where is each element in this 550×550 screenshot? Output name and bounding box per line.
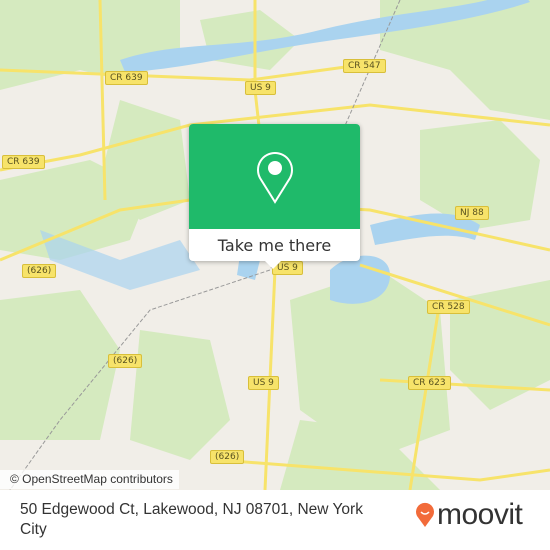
moovit-pin-icon — [416, 502, 434, 527]
location-pin-icon — [256, 151, 293, 204]
take-me-there-button[interactable]: Take me there — [189, 229, 360, 261]
road-label: NJ 88 — [455, 206, 489, 220]
address-text: 50 Edgewood Ct, Lakewood, NJ 08701, New … — [20, 501, 363, 538]
road-label: (626) — [108, 354, 143, 368]
road-label: US 9 — [248, 376, 279, 390]
popup-header — [189, 124, 360, 229]
moovit-logo[interactable]: moovit — [415, 498, 523, 532]
road-label: CR 528 — [427, 300, 470, 314]
road-label: CR 639 — [2, 155, 45, 169]
road-label: US 9 — [245, 81, 276, 95]
destination-popup: Take me there — [189, 124, 360, 269]
road-label: CR 547 — [343, 59, 386, 73]
brand-name: moovit — [437, 498, 523, 531]
road-label: CR 639 — [105, 71, 148, 85]
road-label: (626) — [210, 450, 245, 464]
road-label: CR 623 — [408, 376, 451, 390]
map-attribution[interactable]: © OpenStreetMap contributors — [0, 470, 179, 489]
road-label: (626) — [22, 264, 57, 278]
